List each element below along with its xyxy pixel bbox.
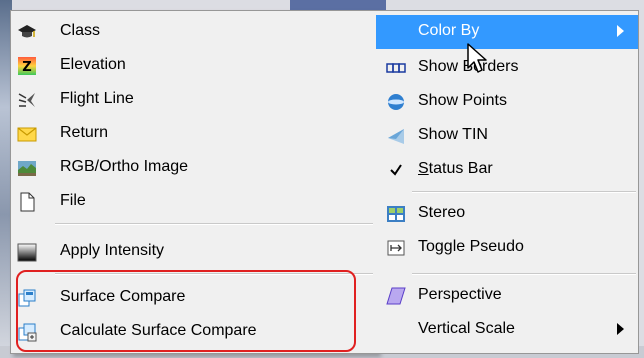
submenu-arrow-icon bbox=[617, 25, 624, 37]
menu-item-apply-intensity[interactable]: Apply Intensity bbox=[11, 235, 377, 269]
menu-separator bbox=[412, 273, 636, 275]
menu-item-label: Perspective bbox=[418, 286, 502, 303]
toggle-pseudo-icon bbox=[386, 238, 406, 258]
mouse-pointer-icon bbox=[466, 42, 490, 76]
menu-item-elevation[interactable]: Z Elevation bbox=[11, 49, 377, 83]
intensity-gradient-icon bbox=[17, 242, 37, 262]
menu-item-show-borders[interactable]: Show Borders bbox=[376, 51, 638, 85]
menu-item-label-rest: tatus Bar bbox=[428, 160, 493, 177]
menu-item-label: Show TIN bbox=[418, 126, 488, 143]
menu-item-stereo[interactable]: Stereo bbox=[376, 197, 638, 231]
menu-item-color-by[interactable]: Color By bbox=[376, 15, 638, 49]
annotation-highlight-box bbox=[16, 270, 356, 352]
menu-item-rgb-ortho-image[interactable]: RGB/Ortho Image bbox=[11, 151, 377, 185]
menu-item-file[interactable]: File bbox=[11, 185, 377, 219]
menu-item-label: Return bbox=[60, 124, 109, 141]
menu-item-label: RGB/Ortho Image bbox=[60, 158, 189, 175]
flight-line-icon bbox=[17, 90, 37, 110]
menu-item-label: Color By bbox=[418, 22, 480, 39]
menu-item-label: Elevation bbox=[60, 56, 126, 73]
borders-icon bbox=[386, 58, 406, 78]
submenu-arrow-icon bbox=[617, 323, 624, 335]
menu-item-vertical-scale[interactable]: Vertical Scale bbox=[376, 313, 638, 347]
menu-item-label: Show Points bbox=[418, 92, 507, 109]
file-icon bbox=[17, 192, 37, 212]
menu-item-perspective[interactable]: Perspective bbox=[376, 279, 638, 313]
menu-item-show-tin[interactable]: Show TIN bbox=[376, 119, 638, 153]
menu-item-label: Toggle Pseudo bbox=[418, 238, 524, 255]
menu-item-label: Apply Intensity bbox=[60, 242, 165, 259]
checkmark-icon bbox=[386, 160, 406, 180]
menu-item-label: Stereo bbox=[418, 204, 466, 221]
graduation-cap-icon bbox=[17, 22, 37, 42]
ortho-image-icon bbox=[17, 158, 37, 178]
menu-item-toggle-pseudo[interactable]: Toggle Pseudo bbox=[376, 231, 638, 265]
svg-text:Z: Z bbox=[22, 60, 31, 75]
elevation-z-icon: Z bbox=[17, 56, 37, 76]
envelope-icon bbox=[17, 124, 37, 144]
menu-item-return[interactable]: Return bbox=[11, 117, 377, 151]
menu-separator bbox=[412, 191, 636, 193]
points-sphere-icon bbox=[386, 92, 406, 112]
view-menu: Color By Show Borders Show Points Show T… bbox=[376, 10, 639, 354]
menu-item-flight-line[interactable]: Flight Line bbox=[11, 83, 377, 117]
menu-item-class[interactable]: Class bbox=[11, 15, 377, 49]
stereo-icon bbox=[386, 204, 406, 224]
menu-item-label: Class bbox=[60, 22, 101, 39]
menu-separator bbox=[55, 223, 373, 225]
menu-item-label: Vertical Scale bbox=[418, 320, 515, 337]
menu-item-status-bar[interactable]: Status Bar bbox=[376, 153, 638, 187]
perspective-icon bbox=[386, 286, 406, 306]
tin-icon bbox=[386, 126, 406, 146]
menu-item-label: Flight Line bbox=[60, 90, 134, 107]
menu-item-label: Status Bar bbox=[418, 160, 493, 178]
menu-item-label: File bbox=[60, 192, 86, 209]
menu-item-show-points[interactable]: Show Points bbox=[376, 85, 638, 119]
mnemonic-letter: S bbox=[418, 160, 429, 177]
